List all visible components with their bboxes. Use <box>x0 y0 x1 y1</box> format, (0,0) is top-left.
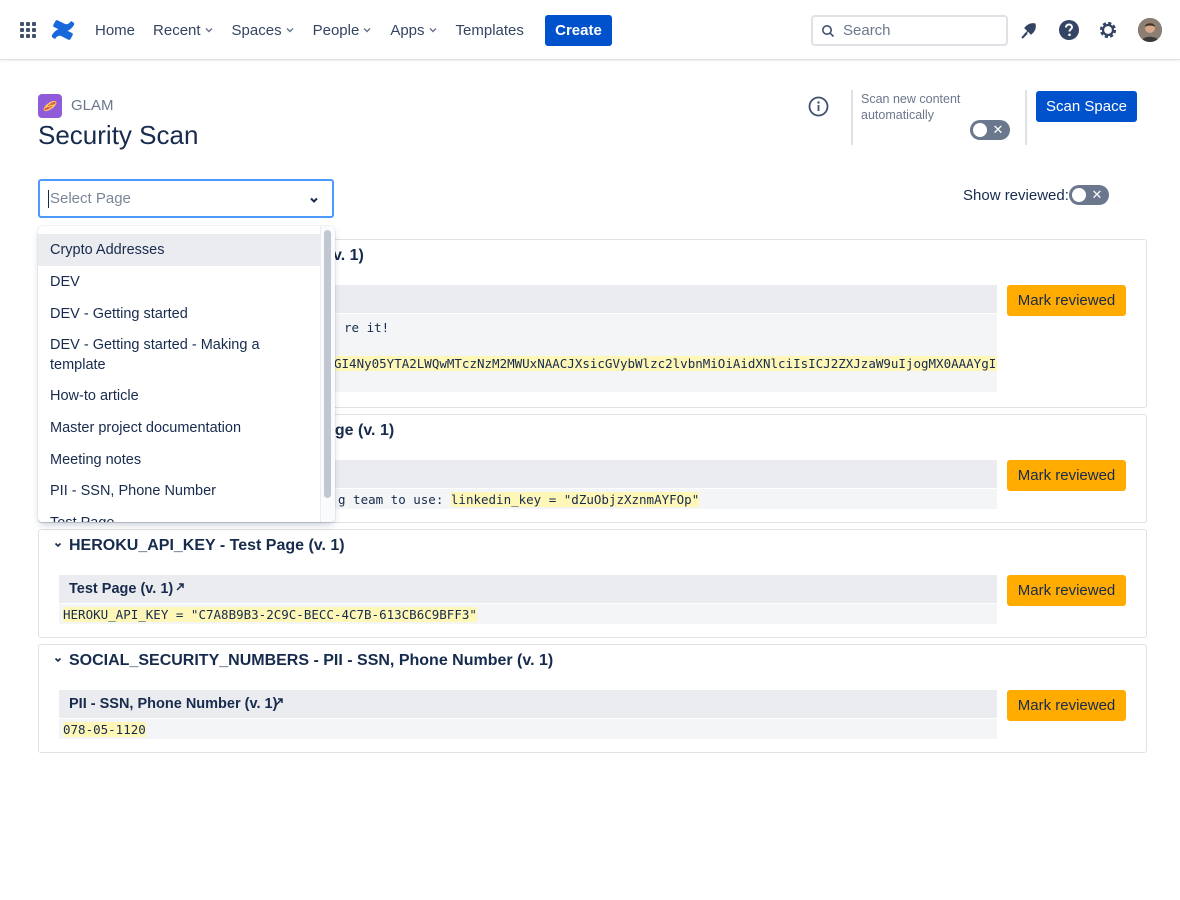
close-icon: ✕ <box>992 122 1004 137</box>
mark-reviewed-button[interactable]: Mark reviewed <box>1007 690 1126 721</box>
nav-people[interactable]: People <box>304 14 382 46</box>
page-link[interactable]: Test Page (v. 1) <box>69 581 173 597</box>
nav-spaces-label: Spaces <box>231 21 282 39</box>
finding-card: HEROKU_API_KEY - Test Page (v. 1) Test P… <box>38 529 1147 638</box>
finding-title[interactable]: age (v. 1) <box>326 422 394 440</box>
nav-templates[interactable]: Templates <box>447 14 533 46</box>
toggle-knob <box>1072 188 1086 202</box>
nav-spaces[interactable]: Spaces <box>223 14 304 46</box>
user-avatar-icon <box>1138 18 1162 42</box>
dropdown-scrollbar-thumb[interactable] <box>324 230 331 498</box>
dropdown-option[interactable]: DEV - Getting started <box>38 298 320 330</box>
dropdown-option[interactable]: DEV <box>38 266 320 298</box>
avatar[interactable] <box>1138 18 1162 42</box>
nav-home-label: Home <box>95 21 136 39</box>
text-caret <box>48 189 49 208</box>
page-title: Security Scan <box>38 120 199 150</box>
code-line: g team to use: linkedin_key = "dZuObjzXz… <box>338 492 700 507</box>
code-match: GI4Ny05YTA2LWQwMTczNzM2MWUxNAACJXsicGVyb… <box>334 356 997 371</box>
page-select-placeholder: Select Page <box>50 190 131 207</box>
finding-code: 078-05-1120 <box>59 719 997 739</box>
top-navigation: Home Recent Spaces People Apps Templates… <box>0 0 1180 60</box>
auto-scan-toggle[interactable]: ✕ <box>970 120 1010 140</box>
notifications-icon[interactable] <box>1019 19 1041 41</box>
settings-icon[interactable] <box>1097 19 1119 41</box>
finding-page-header: PII - SSN, Phone Number (v. 1) <box>59 690 997 718</box>
nav-home[interactable]: Home <box>86 14 144 46</box>
dropdown-option[interactable]: Meeting notes <box>38 446 320 478</box>
dropdown-option[interactable]: How-to article <box>38 382 320 414</box>
code-match: HEROKU_API_KEY = "C7A8B9B3-2C9C-BECC-4C7… <box>63 607 477 622</box>
finding-title[interactable]: SOCIAL_SECURITY_NUMBERS - PII - SSN, Pho… <box>69 652 553 670</box>
finding-code: HEROKU_API_KEY = "C7A8B9B3-2C9C-BECC-4C7… <box>59 604 997 624</box>
help-icon[interactable] <box>1058 19 1080 41</box>
dropdown-option[interactable]: Master project documentation <box>38 414 320 446</box>
nav-templates-label: Templates <box>455 21 524 39</box>
nav-recent[interactable]: Recent <box>144 14 223 46</box>
close-icon: ✕ <box>1091 187 1103 202</box>
show-reviewed-toggle[interactable]: ✕ <box>1069 185 1109 205</box>
confluence-logo-icon[interactable] <box>50 17 76 43</box>
space-name[interactable]: GLAM <box>71 97 114 114</box>
divider <box>1025 90 1027 145</box>
search-box[interactable] <box>811 15 1008 46</box>
scan-space-button[interactable]: Scan Space <box>1036 91 1137 122</box>
info-icon[interactable] <box>808 96 829 117</box>
code-match: linkedin_key = "dZuObjzXznmAYFOp" <box>450 492 700 507</box>
chevron-down-icon <box>205 27 213 33</box>
mark-reviewed-button[interactable]: Mark reviewed <box>1007 285 1126 316</box>
nav-menu: Home Recent Spaces People Apps Templates <box>86 14 533 46</box>
code-match: 078-05-1120 <box>63 722 146 737</box>
external-link-icon[interactable] <box>272 695 286 709</box>
nav-people-label: People <box>312 21 360 39</box>
toggle-knob <box>973 123 987 137</box>
page-link[interactable]: PII - SSN, Phone Number (v. 1) <box>69 696 277 712</box>
app-switcher-icon[interactable] <box>18 20 38 40</box>
finding-title[interactable]: HEROKU_API_KEY - Test Page (v. 1) <box>69 537 345 555</box>
chevron-down-icon <box>363 27 371 33</box>
mark-reviewed-button[interactable]: Mark reviewed <box>1007 460 1126 491</box>
chevron-down-icon <box>286 27 294 33</box>
dropdown-option[interactable]: Test Page <box>38 510 320 522</box>
page-select-menu: Crypto Addresses DEV DEV - Getting start… <box>38 226 335 522</box>
nav-apps-label: Apps <box>390 21 425 39</box>
finding-title[interactable]: v. 1) <box>333 247 364 265</box>
nav-recent-label: Recent <box>153 21 201 39</box>
nav-apps[interactable]: Apps <box>381 14 446 46</box>
space-icon[interactable] <box>38 94 62 118</box>
search-icon <box>822 24 835 37</box>
create-button[interactable]: Create <box>545 15 612 46</box>
finding-card: SOCIAL_SECURITY_NUMBERS - PII - SSN, Pho… <box>38 644 1147 753</box>
finding-page-header: Test Page (v. 1) <box>59 575 997 603</box>
page-select[interactable]: Select Page <box>38 179 334 218</box>
dropdown-option[interactable]: Crypto Addresses <box>38 234 320 266</box>
auto-scan-label: Scan new content automatically <box>861 92 961 122</box>
search-input[interactable] <box>843 22 993 39</box>
external-link-icon[interactable] <box>173 580 187 594</box>
show-reviewed-label: Show reviewed: <box>963 187 1069 204</box>
dropdown-option[interactable]: PII - SSN, Phone Number <box>38 478 320 510</box>
chevron-down-icon[interactable] <box>53 540 63 550</box>
code-pre: g team to use: <box>338 492 451 507</box>
code-line: re it! <box>344 320 390 335</box>
chevron-down-icon[interactable] <box>308 194 320 206</box>
hotdog-icon <box>43 100 57 112</box>
divider <box>851 90 853 145</box>
mark-reviewed-button[interactable]: Mark reviewed <box>1007 575 1126 606</box>
dropdown-option[interactable]: DEV - Getting started - Making a templat… <box>38 330 320 382</box>
chevron-down-icon[interactable] <box>53 655 63 665</box>
chevron-down-icon <box>428 27 437 33</box>
